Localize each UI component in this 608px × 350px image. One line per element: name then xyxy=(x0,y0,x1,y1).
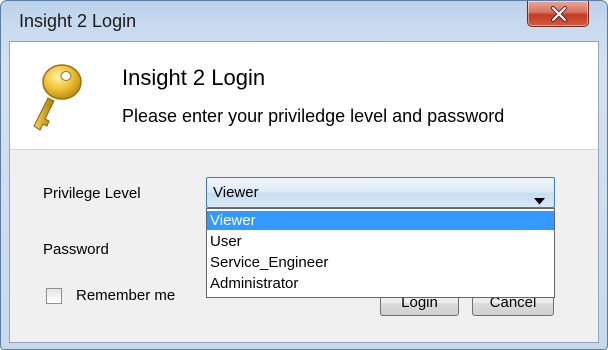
close-button[interactable] xyxy=(527,1,589,27)
privilege-level-value: Viewer xyxy=(213,184,259,201)
privilege-level-select[interactable]: Viewer xyxy=(206,177,555,208)
password-label: Password xyxy=(43,241,109,258)
dropdown-option-user[interactable]: User xyxy=(207,232,554,251)
key-icon xyxy=(24,60,88,140)
login-dialog-window: Insight 2 Login Insight 2 Login Please e… xyxy=(0,0,608,350)
title-bar[interactable]: Insight 2 Login xyxy=(1,1,607,41)
window-title: Insight 2 Login xyxy=(19,11,137,31)
remember-me-checkbox[interactable] xyxy=(46,288,62,304)
chevron-down-icon xyxy=(534,190,545,209)
privilege-level-label: Privilege Level xyxy=(43,185,141,202)
dialog-body: Insight 2 Login Please enter your privil… xyxy=(9,41,599,343)
dialog-heading: Insight 2 Login xyxy=(122,65,266,90)
privilege-level-dropdown-list: Viewer User Service_Engineer Administrat… xyxy=(206,208,555,298)
dropdown-option-service-engineer[interactable]: Service_Engineer xyxy=(207,253,554,272)
dropdown-option-viewer[interactable]: Viewer xyxy=(207,211,554,230)
dialog-instructions: Please enter your priviledge level and p… xyxy=(122,106,505,126)
remember-me-label: Remember me xyxy=(76,287,176,304)
dropdown-option-administrator[interactable]: Administrator xyxy=(207,274,554,293)
header-banner: Insight 2 Login Please enter your privil… xyxy=(10,42,598,150)
